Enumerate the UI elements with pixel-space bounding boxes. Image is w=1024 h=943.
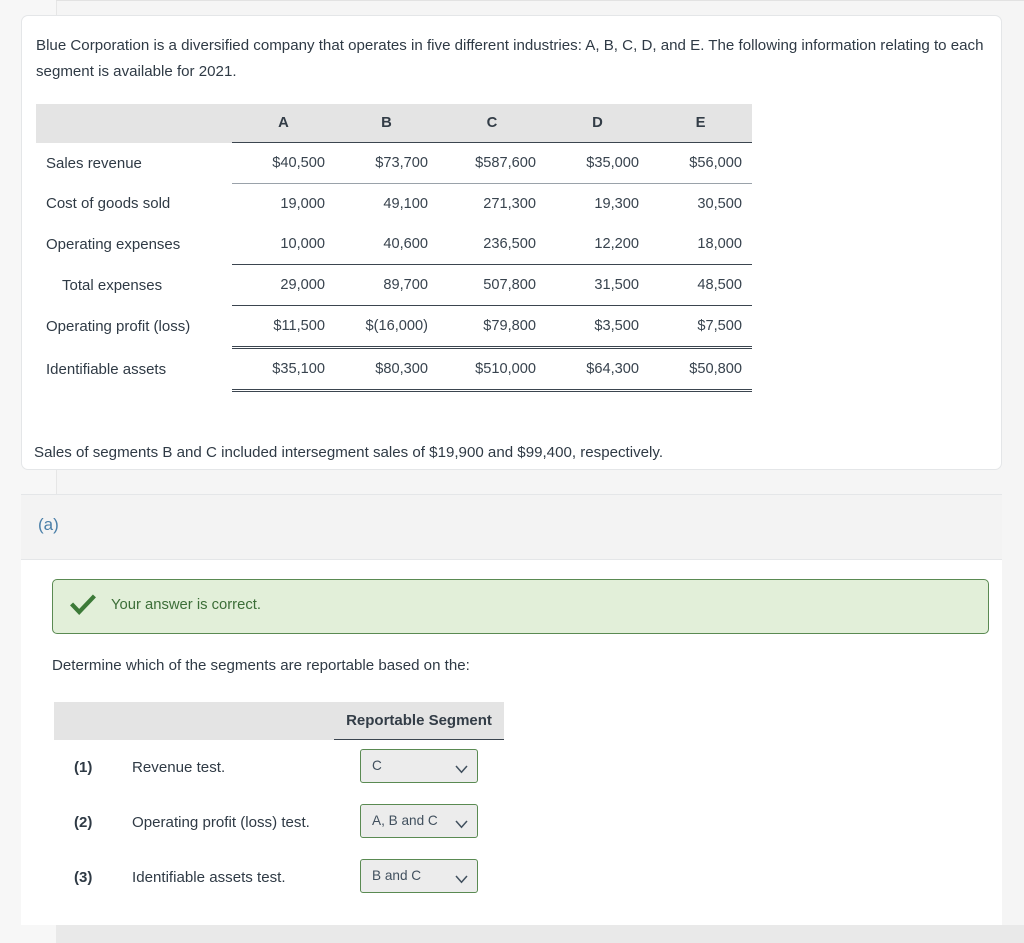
row-label-total-expenses: Total expenses [62, 276, 163, 294]
cell-identifiable-assets-b: $80,300 [335, 347, 438, 392]
financial-table-header: A B C D E [36, 104, 752, 143]
question-text-operating-profit-test: Operating profit (loss) test. [132, 814, 310, 831]
cell-total-expenses-d: 31,500 [546, 264, 649, 306]
dropdown-value-revenue-test: C [372, 757, 382, 773]
financial-column-header-c: C [438, 104, 546, 143]
dropdown-identifiable-assets-test[interactable]: B and C [360, 858, 478, 893]
cell-total-expenses-e: 48,500 [649, 264, 752, 306]
correct-answer-message: Your answer is correct. [111, 597, 261, 613]
chevron-down-icon [455, 761, 468, 773]
table-row: Identifiable assets $35,100 $80,300 $510… [36, 347, 752, 392]
cell-operating-profit-d: $3,500 [546, 305, 649, 349]
problem-statement-card: Blue Corporation is a diversified compan… [21, 15, 1002, 470]
table-row: Sales revenue $40,500 $73,700 $587,600 $… [36, 142, 752, 184]
reportable-segment-table: Reportable Segment (1) Revenue test. C (… [54, 702, 504, 905]
checkmark-icon [70, 592, 96, 618]
answer-cell-2: A, B and C [334, 795, 504, 850]
reportable-table-header: Reportable Segment [54, 702, 504, 740]
financial-column-header-b: B [335, 104, 438, 143]
part-label-a: (a) [38, 515, 59, 534]
cell-sales-revenue-c: $587,600 [438, 142, 546, 184]
cell-opex-a: 10,000 [232, 224, 335, 265]
chevron-down-icon [455, 816, 468, 828]
question-number-1: (1) [74, 758, 93, 776]
financial-header-blank [36, 104, 232, 143]
cell-opex-c: 236,500 [438, 224, 546, 265]
cell-total-expenses-c: 507,800 [438, 264, 546, 306]
table-row: Cost of goods sold 19,000 49,100 271,300… [36, 184, 752, 225]
part-a-header-band: (a) [21, 494, 1002, 560]
cell-operating-profit-c: $79,800 [438, 305, 546, 349]
financial-column-header-e: E [649, 104, 752, 143]
cell-total-expenses-a: 29,000 [232, 264, 335, 306]
cell-cogs-d: 19,300 [594, 196, 639, 212]
cell-identifiable-assets-d: $64,300 [546, 347, 649, 392]
cell-operating-profit-a: $11,500 [232, 305, 335, 349]
reportable-segment-header: Reportable Segment [334, 702, 504, 740]
question-text-revenue-test: Revenue test. [132, 758, 226, 776]
question-number-3: (3) [74, 869, 93, 886]
table-row: (1) Revenue test. C [54, 740, 504, 796]
table-row: (3) Identifiable assets test. B and C [54, 850, 504, 905]
bottom-band [56, 925, 1024, 943]
row-label-cost-of-goods-sold: Cost of goods sold [46, 195, 171, 213]
answer-cell-3: B and C [334, 850, 504, 905]
cell-total-expenses-b: 89,700 [335, 264, 438, 306]
table-row: Operating expenses 10,000 40,600 236,500… [36, 224, 752, 265]
cell-cogs-b: 49,100 [383, 196, 428, 212]
table-row: Operating profit (loss) $11,500 $(16,000… [36, 305, 752, 349]
reportable-table-body: (1) Revenue test. C (2) Operating profit… [54, 740, 504, 906]
reportable-header-blank [54, 702, 334, 740]
cell-opex-d: 12,200 [546, 224, 649, 265]
cell-opex-b: 40,600 [335, 224, 438, 265]
row-label-operating-expenses: Operating expenses [46, 235, 181, 253]
row-label-operating-profit-loss: Operating profit (loss) [46, 318, 191, 335]
row-label-sales-revenue: Sales revenue [46, 154, 142, 172]
cell-operating-profit-b: $(16,000) [335, 305, 438, 349]
cell-operating-profit-e: $7,500 [649, 305, 752, 349]
cell-sales-revenue-e: $56,000 [649, 142, 752, 184]
cell-identifiable-assets-c: $510,000 [438, 347, 546, 392]
financial-table-header-row: A B C D E [36, 104, 752, 143]
cell-opex-e: 18,000 [649, 224, 752, 265]
answer-cell-1: C [334, 740, 504, 796]
question-text-identifiable-assets-test: Identifiable assets test. [132, 869, 286, 886]
top-divider [56, 0, 1024, 1]
table-row: (2) Operating profit (loss) test. A, B a… [54, 795, 504, 850]
intersegment-sales-footnote: Sales of segments B and C included inter… [34, 444, 664, 461]
cell-cogs-c: 271,300 [483, 196, 536, 212]
row-label-identifiable-assets: Identifiable assets [46, 360, 167, 378]
cell-cogs-e: 30,500 [697, 196, 742, 212]
cell-sales-revenue-a: $40,500 [232, 142, 335, 184]
dropdown-value-identifiable-assets-test: B and C [372, 867, 422, 883]
chevron-down-icon [455, 871, 468, 883]
cell-identifiable-assets-e: $50,800 [649, 347, 752, 392]
reportable-table-header-row: Reportable Segment [54, 702, 504, 740]
cell-sales-revenue-d: $35,000 [546, 142, 649, 184]
financial-column-header-d: D [546, 104, 649, 143]
page-background: Blue Corporation is a diversified compan… [0, 0, 1024, 943]
cell-cogs-a: 19,000 [280, 196, 325, 212]
problem-intro-text: Blue Corporation is a diversified compan… [36, 37, 984, 80]
dropdown-revenue-test[interactable]: C [360, 748, 478, 783]
cell-identifiable-assets-a: $35,100 [232, 347, 335, 392]
cell-sales-revenue-b: $73,700 [335, 142, 438, 184]
table-row: Total expenses 29,000 89,700 507,800 31,… [36, 264, 752, 306]
financial-column-header-a: A [232, 104, 335, 143]
correct-answer-banner: Your answer is correct. [52, 579, 989, 634]
dropdown-value-operating-profit-test: A, B and C [372, 812, 438, 828]
segment-financial-table: A B C D E Sales revenue $40,500 $73,700 … [36, 104, 752, 392]
question-prompt: Determine which of the segments are repo… [52, 657, 470, 674]
financial-table-body: Sales revenue $40,500 $73,700 $587,600 $… [36, 142, 752, 392]
part-a-answer-section: Your answer is correct. Determine which … [21, 560, 1002, 925]
question-number-2: (2) [74, 814, 93, 831]
dropdown-operating-profit-test[interactable]: A, B and C [360, 803, 478, 838]
